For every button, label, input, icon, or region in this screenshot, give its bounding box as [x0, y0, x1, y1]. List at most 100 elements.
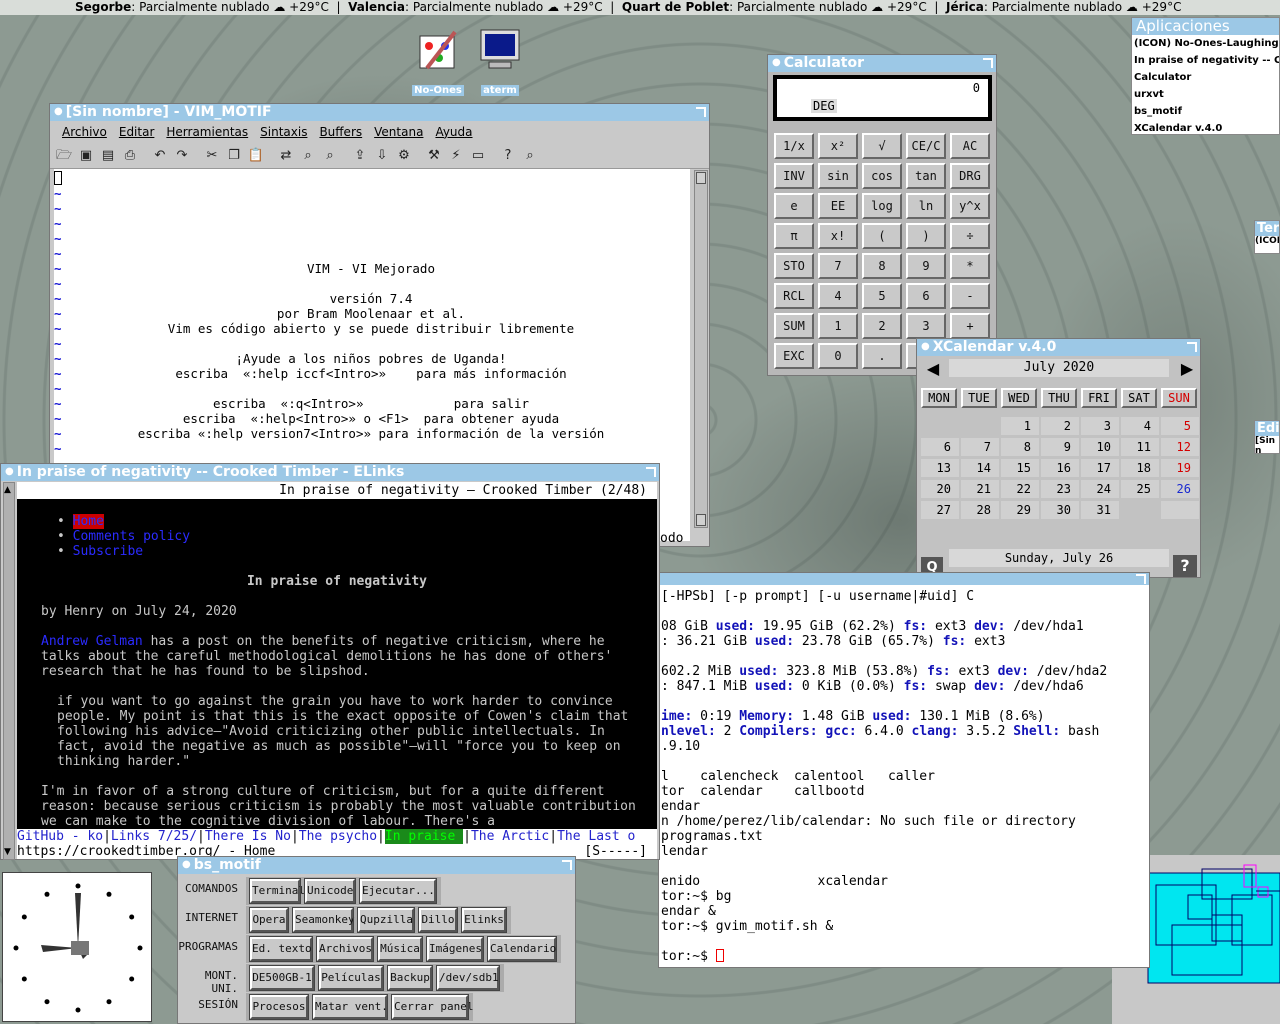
day-cell[interactable]: 23 — [1041, 480, 1079, 498]
day-cell[interactable]: 22 — [1001, 480, 1039, 498]
calc-button[interactable]: e — [774, 193, 814, 219]
elinks-tab[interactable]: Links 7/25/ — [111, 829, 197, 844]
calc-button[interactable]: tan — [906, 163, 946, 189]
find-help-icon[interactable]: ⌕ — [520, 146, 540, 166]
calc-button[interactable]: ) — [906, 223, 946, 249]
calc-button[interactable]: DRG — [950, 163, 990, 189]
xcalendar-help-button[interactable]: ? — [1173, 555, 1197, 577]
calc-button[interactable]: π — [774, 223, 814, 249]
day-cell[interactable]: 26 — [1161, 480, 1199, 498]
link-andrew-gelman[interactable]: Andrew Gelman — [41, 634, 143, 649]
calc-button[interactable]: x² — [818, 133, 858, 159]
calc-button[interactable]: 4 — [818, 283, 858, 309]
bs-motif-button[interactable]: Unicode — [304, 878, 356, 904]
scroll-up-arrow-icon[interactable]: ▲ — [4, 485, 11, 495]
calc-button[interactable]: EXC — [774, 343, 814, 369]
calc-button[interactable]: RCL — [774, 283, 814, 309]
vim-menu-5[interactable]: Ventana — [374, 125, 423, 139]
save-all-icon[interactable]: ▤ — [98, 146, 118, 166]
vim-menu-1[interactable]: Editar — [119, 125, 155, 139]
elinks-content[interactable]: • Home • Comments policy • Subscribe In … — [17, 499, 657, 829]
calc-button[interactable]: log — [862, 193, 902, 219]
load-session-icon[interactable]: ⇪ — [350, 146, 370, 166]
day-cell[interactable]: 3 — [1081, 417, 1119, 435]
calc-button[interactable]: 1 — [818, 313, 858, 339]
calc-button[interactable]: 3 — [906, 313, 946, 339]
calc-button[interactable]: x! — [818, 223, 858, 249]
calc-button[interactable]: - — [950, 283, 990, 309]
vim-menu-6[interactable]: Ayuda — [435, 125, 472, 139]
calc-button[interactable]: ln — [906, 193, 946, 219]
elinks-tab[interactable]: The Last o — [557, 829, 635, 844]
calc-button[interactable]: INV — [774, 163, 814, 189]
calc-button[interactable]: y^x — [950, 193, 990, 219]
calc-button[interactable]: + — [950, 313, 990, 339]
redo-icon[interactable]: ↷ — [172, 146, 192, 166]
scroll-down-arrow-icon[interactable] — [696, 514, 706, 526]
calc-button[interactable]: ÷ — [950, 223, 990, 249]
calc-button[interactable]: SUM — [774, 313, 814, 339]
bs-motif-titlebar[interactable]: ● bs_motif — [178, 857, 575, 874]
calc-button[interactable]: 8 — [862, 253, 902, 279]
bs-motif-button[interactable]: DE500GB-1 — [249, 965, 315, 991]
bs-motif-button[interactable]: Qupzilla — [357, 907, 415, 933]
bs-motif-button[interactable]: Calendario — [487, 936, 557, 962]
bs-motif-button[interactable]: Archivos — [316, 936, 374, 962]
day-cell[interactable]: 12 — [1161, 438, 1199, 456]
bs-motif-button[interactable]: Música — [377, 936, 423, 962]
terminal-titlebar[interactable] — [659, 573, 1149, 585]
vim-menu-2[interactable]: Herramientas — [166, 125, 248, 139]
day-cell[interactable]: 28 — [961, 501, 999, 519]
bs-motif-button[interactable]: Cerrar panel — [391, 994, 473, 1020]
replace-icon[interactable]: ⇄ — [276, 146, 296, 166]
day-cell[interactable]: 6 — [921, 438, 959, 456]
elinks-window[interactable]: ● In praise of negativity -- Crooked Timb… — [0, 463, 660, 860]
copy-icon[interactable]: ❐ — [224, 146, 244, 166]
elinks-tab[interactable]: The Arctic — [471, 829, 549, 844]
apps-panel-item[interactable]: bs_motif — [1134, 103, 1279, 120]
bs-motif-button[interactable]: Terminal — [249, 878, 305, 904]
desktop-icon-aterm[interactable]: aterm — [470, 28, 530, 97]
calc-button[interactable]: EE — [818, 193, 858, 219]
help-icon[interactable]: ? — [498, 146, 518, 166]
calc-button[interactable]: 5 — [862, 283, 902, 309]
elinks-scrollbar[interactable]: ▲ ▼ — [3, 482, 15, 860]
elinks-tab[interactable]: The psycho — [299, 829, 377, 844]
vim-titlebar[interactable]: ● [Sin nombre] - VIM_MOTIF — [50, 104, 709, 121]
day-cell[interactable]: 16 — [1041, 459, 1079, 477]
day-cell[interactable]: 5 — [1161, 417, 1199, 435]
scroll-up-arrow-icon[interactable] — [696, 172, 706, 184]
calculator-window[interactable]: ● Calculator 0 DEG 1/x x² √ CE/C AC INV sin cos t… — [767, 54, 997, 376]
day-cell[interactable]: 4 — [1121, 417, 1159, 435]
scroll-down-arrow-icon[interactable]: ▼ — [4, 847, 11, 857]
terminal-window[interactable]: [-HPSb] [-p prompt] [-u username|#uid] C… — [658, 572, 1150, 968]
day-cell[interactable]: 20 — [921, 480, 959, 498]
day-cell[interactable]: 8 — [1001, 438, 1039, 456]
day-cell[interactable]: 13 — [921, 459, 959, 477]
bs-motif-button[interactable]: Matar vent. — [312, 994, 388, 1020]
bs-motif-button[interactable]: Películas — [318, 965, 384, 991]
day-cell[interactable]: 24 — [1081, 480, 1119, 498]
calc-button[interactable]: STO — [774, 253, 814, 279]
bs-motif-button[interactable]: Backup — [387, 965, 433, 991]
open-file-icon[interactable]: 🗁 — [54, 146, 74, 166]
bs-motif-button[interactable]: Ejecutar... — [359, 878, 437, 904]
desktop-icon-noones[interactable]: No-Ones — [408, 28, 468, 97]
vim-menu-0[interactable]: Archivo — [62, 125, 107, 139]
calc-button[interactable]: √ — [862, 133, 902, 159]
prev-month-arrow-icon[interactable]: ◀ — [923, 359, 943, 379]
bs-motif-button[interactable]: Dillo — [418, 907, 458, 933]
shell-icon[interactable]: ⚡ — [446, 146, 466, 166]
day-cell[interactable]: 14 — [961, 459, 999, 477]
calc-button[interactable]: . — [862, 343, 902, 369]
bs-motif-button[interactable]: Imágenes — [426, 936, 484, 962]
day-cell[interactable]: 15 — [1001, 459, 1039, 477]
calc-button[interactable]: 9 — [906, 253, 946, 279]
vim-menu-4[interactable]: Buffers — [319, 125, 362, 139]
day-cell[interactable]: 19 — [1161, 459, 1199, 477]
calc-button[interactable]: 1/x — [774, 133, 814, 159]
bs-motif-window[interactable]: ● bs_motif COMANDOS Terminal Unicode Ejecuta… — [177, 856, 576, 1024]
day-cell[interactable]: 27 — [921, 501, 959, 519]
apps-panel-item[interactable]: Calculator — [1134, 69, 1279, 86]
xcalendar-titlebar[interactable]: ● XCalendar v.4.0 — [917, 339, 1200, 356]
